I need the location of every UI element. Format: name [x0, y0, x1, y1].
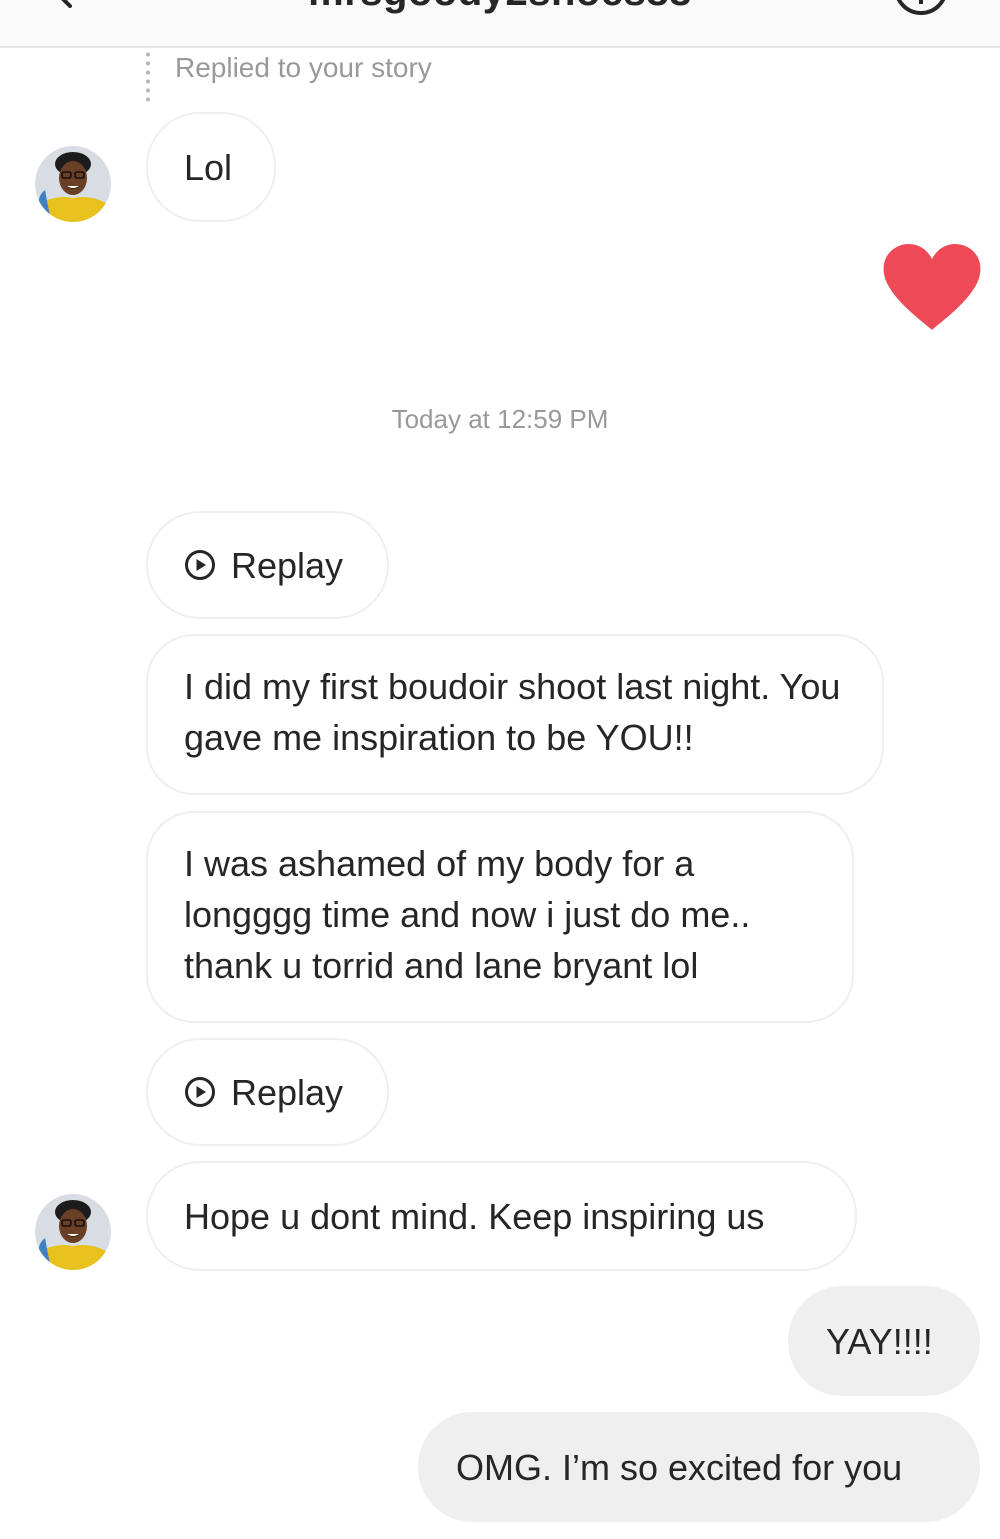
replay-label: Replay	[231, 1071, 344, 1113]
avatar[interactable]	[35, 1194, 111, 1270]
play-circle-icon	[185, 550, 215, 580]
message-bubble[interactable]: Hope u dont mind. Keep inspiring us	[146, 1161, 857, 1271]
avatar[interactable]	[35, 146, 111, 222]
chat-title[interactable]: mrsgoody2shoes88	[0, 0, 1000, 15]
message-text: I was ashamed of my body for a longggg t…	[184, 843, 751, 986]
message-text: Hope u dont mind. Keep inspiring us	[184, 1195, 765, 1237]
my-message-bubble[interactable]: YAY!!!!	[788, 1286, 980, 1396]
message-timestamp: Today at 12:59 PM	[391, 404, 609, 434]
avatar-image	[35, 146, 111, 222]
replied-to-story-label: Replied to your story	[175, 52, 432, 83]
message-bubble[interactable]: I was ashamed of my body for a longggg t…	[146, 811, 854, 1023]
message-bubble[interactable]: I did my first boudoir shoot last night.…	[146, 634, 884, 795]
reply-thread-line	[146, 50, 150, 102]
message-text: YAY!!!!	[826, 1320, 933, 1362]
my-message-bubble[interactable]: OMG. I’m so excited for you	[418, 1412, 980, 1522]
message-text: Lol	[184, 146, 233, 188]
replay-label: Replay	[231, 544, 344, 586]
message-text: OMG. I’m so excited for you	[456, 1446, 903, 1488]
replay-button[interactable]: Replay	[146, 511, 389, 619]
message-bubble[interactable]: Lol	[146, 112, 276, 222]
avatar-image	[35, 1194, 111, 1270]
info-icon[interactable]	[893, 0, 949, 18]
heart-icon[interactable]	[882, 242, 982, 332]
message-text: I did my first boudoir shoot last night.…	[184, 666, 841, 758]
chat-header: mrsgoody2shoes88	[0, 0, 1000, 48]
play-circle-icon	[185, 1077, 215, 1107]
replay-button[interactable]: Replay	[146, 1038, 389, 1146]
story-reply-context: Replied to your story	[140, 46, 640, 106]
